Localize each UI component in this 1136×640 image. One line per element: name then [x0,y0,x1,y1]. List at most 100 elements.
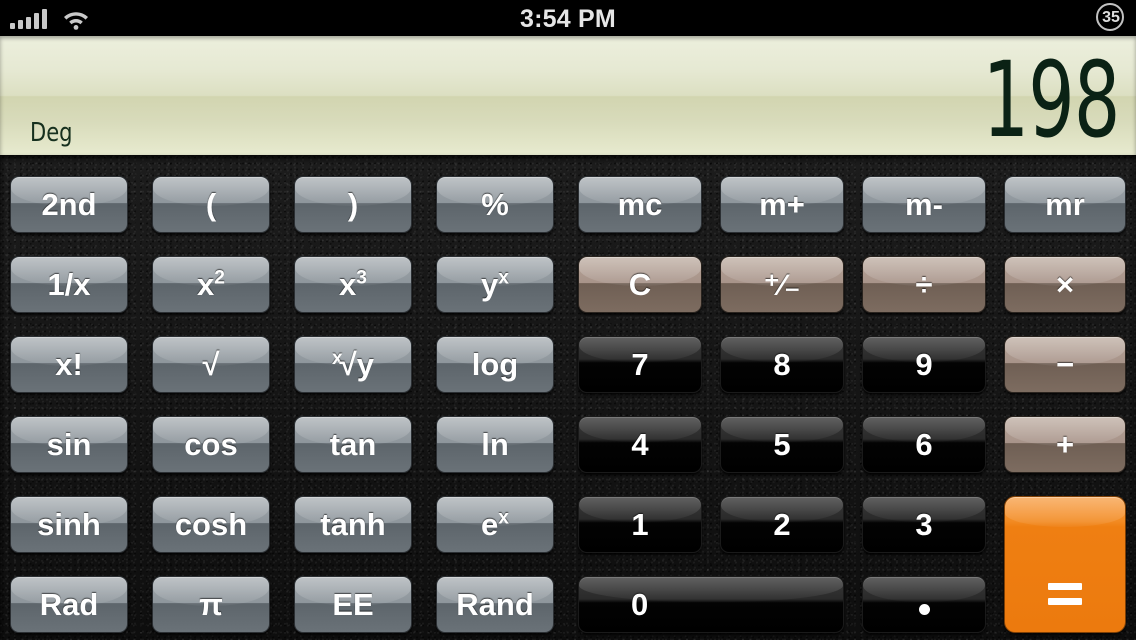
key-four[interactable]: 4 [578,416,702,473]
key-label: Rad [39,587,99,622]
key-label: Rand [456,587,534,622]
key-exp[interactable]: ex [436,496,554,553]
key-divide[interactable]: ÷ [862,256,986,313]
status-bar: 3:54 PM 35 [0,0,1136,36]
key-label: m- [905,187,943,222]
key-label: mc [617,187,663,222]
key-label: 7 [631,347,649,382]
battery-percent-label: 35 [1102,9,1120,26]
battery-percent-ring-icon: 35 [1096,3,1126,33]
key-add[interactable]: + [1004,416,1126,473]
key-label: C [628,267,652,302]
key-label: × [1055,267,1075,302]
key-cube[interactable]: x3 [294,256,412,313]
key-label: yx [481,267,509,302]
key-label: % [481,187,509,222]
key-eight[interactable]: 8 [720,336,844,393]
key-pi[interactable]: π [152,576,270,633]
key-label: 5 [773,427,791,462]
key-close-paren[interactable]: ) [294,176,412,233]
key-seven[interactable]: 7 [578,336,702,393]
key-equals[interactable] [1004,496,1126,633]
key-reciprocal[interactable]: 1/x [10,256,128,313]
key-label: ex [481,507,509,542]
key-second[interactable]: 2nd [10,176,128,233]
key-label: 6 [915,427,933,462]
key-label: cos [184,427,238,462]
key-tan[interactable]: tan [294,416,412,473]
key-percent[interactable]: % [436,176,554,233]
key-six[interactable]: 6 [862,416,986,473]
key-three[interactable]: 3 [862,496,986,553]
key-label: tanh [320,507,386,542]
key-nine[interactable]: 9 [862,336,986,393]
key-label: √ [202,347,220,382]
key-label: 9 [915,347,933,382]
key-label: − [1055,347,1075,382]
key-subtract[interactable]: − [1004,336,1126,393]
key-cosh[interactable]: cosh [152,496,270,553]
key-rad[interactable]: Rad [10,576,128,633]
key-label: mr [1045,187,1085,222]
key-square-root[interactable]: √ [152,336,270,393]
key-label: 4 [631,427,649,462]
key-label: 2 [773,507,791,542]
status-bar-time: 3:54 PM [520,5,616,33]
key-plus-minus[interactable]: ⁺⁄₋ [720,256,844,313]
key-memory-clear[interactable]: mc [578,176,702,233]
key-label: log [471,347,519,382]
key-label: 3 [915,507,933,542]
key-memory-add[interactable]: m+ [720,176,844,233]
key-clear[interactable]: C [578,256,702,313]
key-sin[interactable]: sin [10,416,128,473]
key-label [1048,583,1082,632]
key-natural-log[interactable]: ln [436,416,554,473]
key-square[interactable]: x2 [152,256,270,313]
key-log[interactable]: log [436,336,554,393]
calculator-display: 198 Deg [0,36,1136,155]
key-label: ⁺⁄₋ [764,268,800,302]
key-memory-sub[interactable]: m- [862,176,986,233]
key-label: x2 [197,267,225,302]
key-label: 0 [631,587,649,622]
key-label: x! [55,347,83,382]
key-cos[interactable]: cos [152,416,270,473]
key-label: sinh [37,507,101,542]
key-five[interactable]: 5 [720,416,844,473]
key-xth-root[interactable]: x√y [294,336,412,393]
key-label: cosh [174,507,248,542]
key-ee[interactable]: EE [294,576,412,633]
key-label: tan [329,427,377,462]
key-open-paren[interactable]: ( [152,176,270,233]
key-label: 2nd [41,187,97,222]
key-two[interactable]: 2 [720,496,844,553]
key-label: + [1055,427,1075,462]
key-label: m+ [759,187,805,222]
key-power-y-x[interactable]: yx [436,256,554,313]
key-label: x3 [339,267,367,302]
key-label: ln [481,427,509,462]
key-multiply[interactable]: × [1004,256,1126,313]
key-label: EE [332,587,374,622]
keypad: 2nd ()% mc m+ m-mr 1/x x2 x3 yx C ⁺⁄₋ ÷ × x! √ x√y log 7 8… [0,155,1136,640]
calculator-app: 3:54 PM 35 198 Deg 2nd()% mc m+ m-mr 1/x x2 x3… [0,0,1136,640]
key-label: x√y [332,347,374,382]
key-label: 1 [631,507,649,542]
key-label: ) [347,187,359,222]
key-label: 1/x [47,267,91,302]
key-zero[interactable]: 0 [578,576,844,633]
display-angle-mode: Deg [30,118,73,148]
key-rand[interactable]: Rand [436,576,554,633]
key-label: 8 [773,347,791,382]
key-tanh[interactable]: tanh [294,496,412,553]
display-value: 198 [983,39,1121,155]
key-decimal[interactable] [862,576,986,633]
key-label: π [199,587,223,622]
key-label: ( [205,187,217,222]
key-sinh[interactable]: sinh [10,496,128,553]
key-label: sin [46,427,92,462]
key-memory-recall[interactable]: mr [1004,176,1126,233]
key-factorial[interactable]: x! [10,336,128,393]
key-label [918,589,930,620]
key-one[interactable]: 1 [578,496,702,553]
